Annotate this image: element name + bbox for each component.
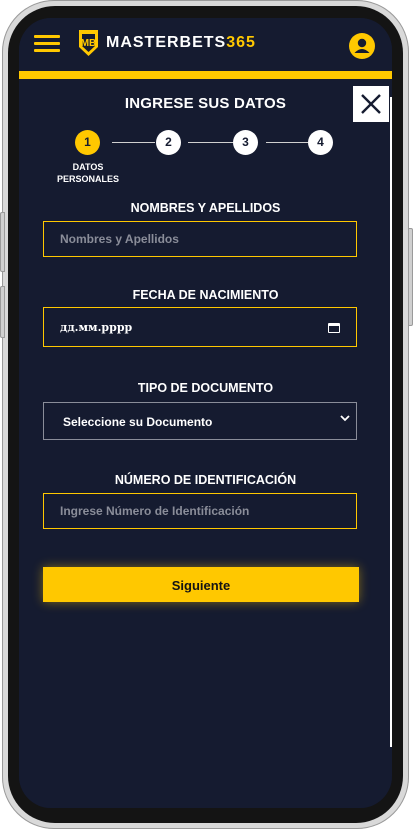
hamburger-menu-icon[interactable] [34, 35, 60, 53]
calendar-icon[interactable] [328, 323, 340, 333]
step-connector [266, 142, 308, 143]
document-type-label: TIPO DE DOCUMENTO [137, 381, 274, 395]
birth-date-input[interactable]: дд.мм.рррр [43, 307, 357, 347]
form-title: INGRESE SUS DATOS [124, 95, 287, 112]
id-number-input[interactable]: Ingrese Número de Identificación [43, 493, 357, 529]
user-avatar-icon[interactable] [349, 33, 375, 59]
phone-side-button-left-lower [0, 286, 5, 338]
app-screen: MB MASTERBETS365 INGRESE SUS DATOS 1 2 3… [19, 18, 392, 808]
next-button[interactable]: Siguiente [43, 567, 359, 602]
phone-side-button-left [0, 212, 5, 272]
id-number-label: NÚMERO DE IDENTIFICACIÓN [114, 473, 297, 487]
step-connector [112, 142, 155, 143]
app-header: MB MASTERBETS365 [19, 18, 392, 72]
document-type-value: Seleccione su Documento [63, 415, 213, 429]
step-connector [188, 142, 233, 143]
document-type-select[interactable]: Seleccione su Documento [43, 402, 357, 440]
id-number-placeholder: Ingrese Número de Identificación [60, 504, 250, 518]
step-caption-line2: PERSONALES [56, 174, 119, 184]
step-2: 2 [156, 130, 181, 155]
name-placeholder: Nombres y Apellidos [60, 232, 179, 246]
name-input[interactable]: Nombres y Apellidos [43, 221, 357, 257]
brand-logo-icon: MB [79, 30, 98, 56]
svg-text:MB: MB [81, 38, 97, 49]
step-caption-line1: DATOS [72, 162, 104, 172]
step-4: 4 [308, 130, 333, 155]
step-caption: DATOS PERSONALES [49, 161, 127, 185]
step-3: 3 [233, 130, 258, 155]
chevron-down-icon [340, 413, 350, 425]
brand-name: MASTERBETS365 [106, 34, 256, 51]
name-label: NOMBRES Y APELLIDOS [130, 201, 281, 215]
birth-date-value: дд.мм.рррр [60, 321, 133, 334]
phone-side-button-right [408, 228, 413, 326]
birth-date-label: FECHA DE NACIMIENTO [132, 288, 279, 302]
registration-panel [19, 79, 392, 808]
header-accent-bar [19, 71, 392, 79]
panel-right-border [390, 97, 392, 747]
step-1: 1 [75, 130, 100, 155]
